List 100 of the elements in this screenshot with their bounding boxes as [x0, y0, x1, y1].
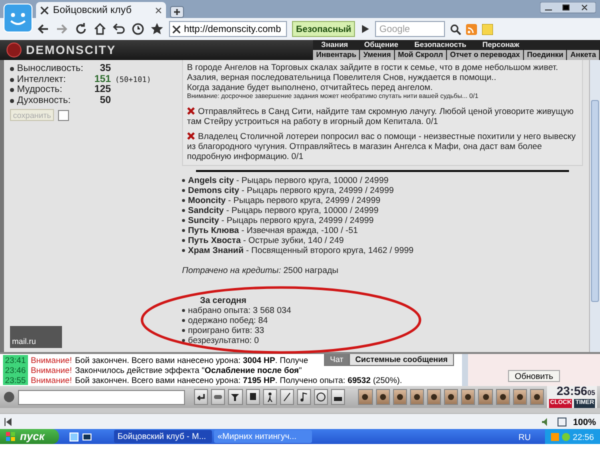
star-icon[interactable] [150, 22, 164, 36]
message-text: Бой закончен. Всего вами нанесено урона: 7195 HP. Получено опыта: 69532 (250%). [74, 375, 402, 385]
toolbar-button[interactable] [296, 389, 312, 405]
reload-icon[interactable] [74, 22, 88, 36]
toolbar-button[interactable] [246, 389, 260, 405]
dot-icon [446, 392, 456, 402]
emblem-icon [6, 42, 22, 58]
reputation-item: Храм Знаний - Посвященный второго круга, 1462 / 9999 [188, 245, 414, 255]
message-time: 23:46 [3, 365, 28, 375]
dot-icon [532, 392, 542, 402]
close-icon[interactable] [155, 6, 162, 14]
quest-text: Отправляйтесь в Санд Сити, найдите там скромную лачугу. Любой ценой уговорите живущую там Стейру устроиться на работу в игорный дом Кепитала. 0/1 [187, 106, 575, 126]
plus-icon[interactable] [170, 6, 184, 18]
toolbar-button[interactable] [194, 389, 208, 405]
dot-icon [360, 392, 370, 402]
zoom-level: 100% [572, 416, 596, 426]
stat-item: безрезультатно: 0 [188, 335, 259, 345]
toolbar-button[interactable] [444, 389, 458, 405]
stat-label: Мудрость: [17, 85, 64, 96]
clock-time: 22:56 [572, 432, 594, 442]
reputation-item: Demons city - Рыцарь первого круга, 24999 / 24999 [188, 185, 394, 195]
stat-item: набрано опыта: 3 568 034 [188, 305, 292, 315]
toolbar-button[interactable] [478, 389, 493, 405]
clock-time: 23:56 [556, 384, 588, 398]
reputation-item: Путь Клюва - Извечная вражда, -100 / -51 [188, 225, 358, 235]
back-arrow-icon[interactable] [36, 22, 50, 36]
taskbar-button[interactable]: «Мирних нитингуч... [214, 430, 312, 443]
toolbar-button[interactable] [331, 389, 346, 405]
reputation-item: Sandcity - Рыцарь первого круга, 10000 / 24999 [188, 205, 378, 215]
smiley-logo-icon [3, 3, 33, 33]
chat-tab[interactable]: Чат [324, 354, 350, 366]
circle-icon [316, 392, 326, 402]
walking-figure-icon [264, 392, 275, 402]
dot-icon [514, 392, 525, 402]
credits-text: Потрачено на кредиты: 2500 награды [182, 265, 340, 275]
alert-label: Внимание! [30, 355, 72, 365]
quest-text: Владелец Столичной лотереи попросил вас о помощи - неизвестные похитили у него вывеску из благородного чугуния. Отправляйтесь в магазин Ангелса к Мафи, она даст вам более подробную информацию. 0/1 [187, 131, 577, 161]
search-field[interactable]: Google [375, 21, 446, 37]
search-icon[interactable] [450, 24, 462, 34]
reputation-item: Suncity - Рыцарь первого круга, 24999 / 24999 [188, 215, 374, 225]
reputation-item: Angels city - Рыцарь первого круга, 10000 / 24999 [188, 175, 389, 185]
quick-launch-icon[interactable] [82, 432, 92, 442]
chat-input-field[interactable] [18, 390, 186, 404]
language-indicator[interactable]: RU [518, 432, 531, 442]
scrollbar[interactable] [589, 60, 600, 352]
security-badge: Безопасный [292, 21, 356, 37]
quest-text: В городе Ангелов на Торговых скалах зайдите в гости к семье, что в доме небольшом живет. Азалия, верная последовательница Повелителя Снов, нуждается в помощи.. Когда задание будет выполнено, отчитайтесь перед ангелом. [187, 62, 560, 92]
dot-icon [429, 392, 440, 402]
quick-launch-icon[interactable] [68, 432, 79, 442]
reputation-item: Путь Хвоста - Острые зубки, 140 / 249 [188, 235, 344, 245]
play-icon[interactable] [360, 24, 370, 34]
stat-value: 35 [98, 64, 111, 74]
reputation-item: Mooncity - Рыцарь первого круга, 24999 / 24999 [188, 195, 380, 205]
site-logo: DEMONSCITY [26, 43, 116, 57]
toolbar-button[interactable] [512, 389, 527, 405]
stat-label: Интеллект: [17, 74, 67, 85]
taskbar-button[interactable]: Бойцовский клуб - М... [114, 430, 212, 443]
toolbar-button[interactable] [530, 389, 544, 405]
chat-tab[interactable]: Системные сообщения [349, 354, 454, 366]
alert-label: Внимание! [30, 365, 72, 375]
toolbar-button[interactable] [280, 389, 294, 405]
toolbar-button[interactable] [392, 389, 407, 405]
funnel-icon [230, 392, 240, 402]
alert-label: Внимание! [30, 375, 72, 385]
toolbar-button[interactable] [262, 389, 277, 405]
toolbar-button[interactable] [496, 389, 510, 405]
address-field[interactable]: http://demonscity.comb [169, 21, 287, 37]
toolbar-button[interactable] [228, 389, 243, 405]
sidebar-toggle-icon[interactable] [4, 416, 14, 426]
undo-icon[interactable] [112, 22, 126, 36]
toolbar-button[interactable] [427, 389, 442, 405]
home-icon[interactable] [93, 22, 107, 36]
message-time: 23:41 [3, 355, 28, 365]
clock-icon[interactable] [131, 22, 145, 36]
message-text: Бой закончен. Всего вами нанесено урона: 3004 HP. Получе [74, 355, 308, 365]
stat-item: проиграно битв: 33 [188, 325, 264, 335]
flag-icon [6, 432, 16, 442]
dot-icon [394, 392, 405, 402]
dot-icon [378, 392, 388, 402]
stat-label: Духовность: [17, 96, 72, 106]
toolbar-button[interactable] [314, 389, 328, 405]
checkbox[interactable] [58, 110, 69, 120]
refresh-button[interactable]: Обновить [508, 370, 560, 382]
music-note-icon [299, 392, 310, 402]
section-title: За сегодня [199, 295, 248, 305]
stat-value: 151 [93, 74, 111, 85]
browser-tab[interactable]: Бойцовский клуб [36, 2, 166, 18]
enter-arrow-icon [196, 392, 206, 402]
square-icon [248, 392, 258, 402]
message-text: Закончилось действие эффекта "Ослабление после боя" [74, 365, 302, 375]
toolbar-button[interactable] [410, 389, 424, 405]
toolbar-button[interactable] [358, 389, 373, 405]
dot-icon [463, 392, 474, 402]
window-controls-icon[interactable] [540, 2, 596, 14]
window-icon[interactable] [556, 416, 567, 426]
pill-icon [213, 392, 224, 402]
stat-value: 125 [93, 85, 111, 96]
slash-icon [282, 392, 292, 402]
toolbar-button[interactable] [461, 389, 476, 405]
toolbar-button[interactable] [376, 389, 390, 405]
